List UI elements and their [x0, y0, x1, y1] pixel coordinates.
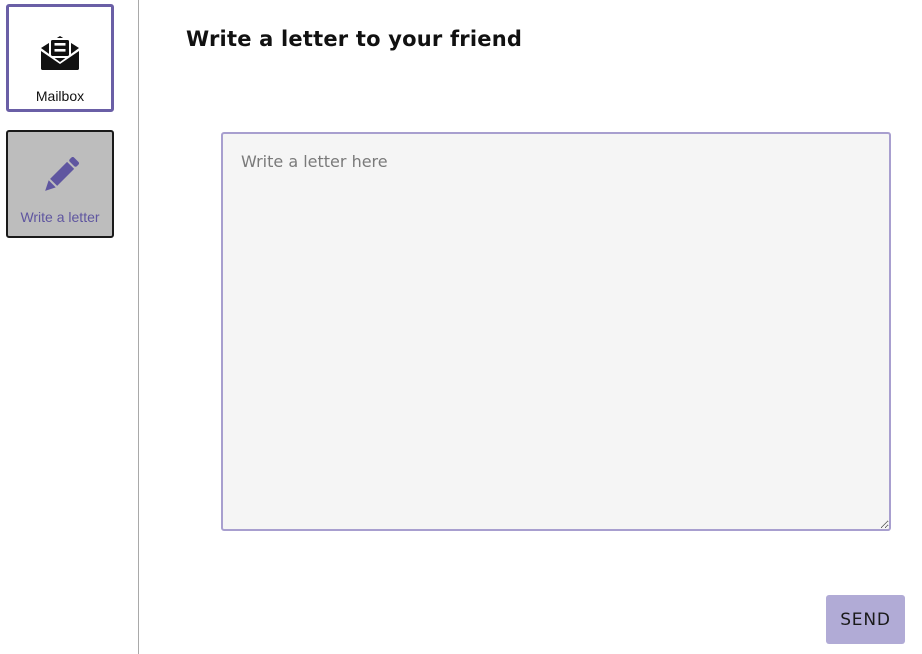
send-button[interactable]: SEND	[826, 595, 905, 644]
letter-textarea[interactable]	[221, 132, 891, 531]
sidebar-item-write-letter[interactable]: Write a letter	[6, 130, 114, 238]
envelope-open-icon	[39, 32, 81, 72]
sidebar-item-label: Write a letter	[20, 209, 100, 225]
page-title: Write a letter to your friend	[186, 27, 523, 51]
sidebar-item-mailbox[interactable]: Mailbox	[6, 4, 114, 112]
sidebar: Mailbox Write a letter	[0, 0, 139, 654]
pencil-icon	[39, 156, 81, 196]
app: Mailbox Write a letter Write a letter to…	[0, 0, 922, 654]
sidebar-item-label: Mailbox	[35, 88, 85, 104]
